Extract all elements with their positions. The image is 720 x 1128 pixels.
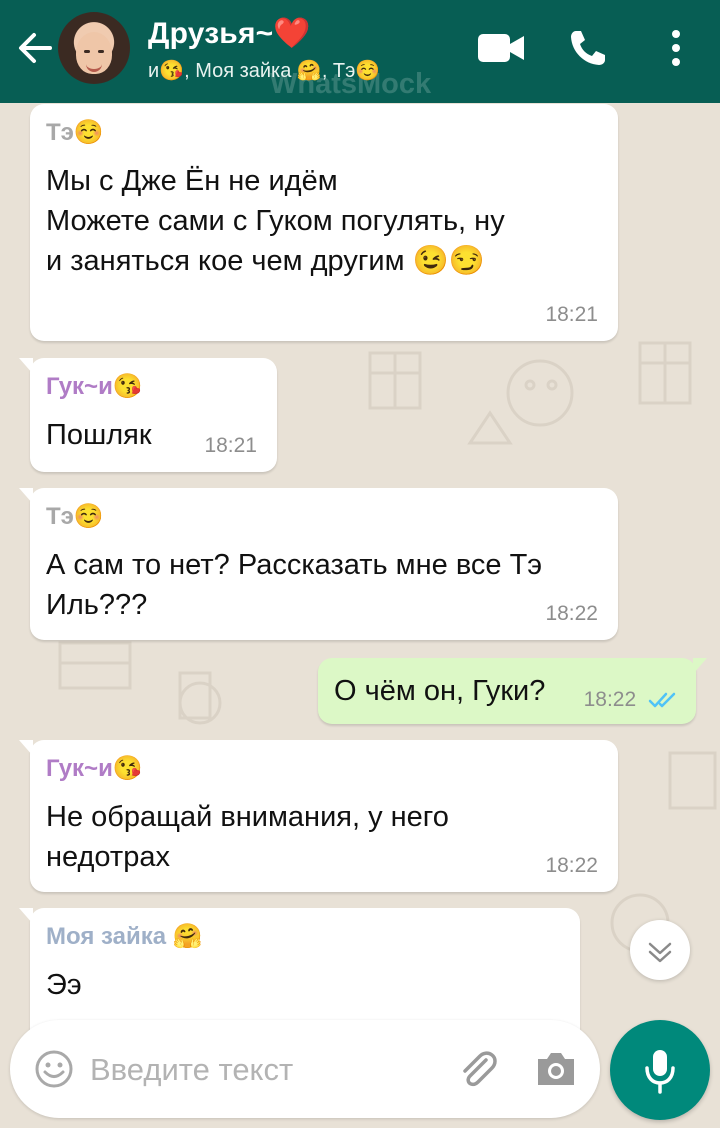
message-text: Мы с Дже Ён не идём Можете сами с Гуком … [46,165,505,277]
message-time: 18:22 [545,602,598,625]
message-text: Не обращай внимания, у него недотрах [46,801,449,873]
message-text: Ээ [46,969,82,1001]
message-incoming[interactable]: Тэ☺️ А сам то нет? Рассказать мне все Тэ… [19,488,618,640]
avatar[interactable] [58,12,130,84]
message-time: 18:22 [583,688,637,711]
message-time: 18:22 [545,854,598,877]
message-input-placeholder[interactable]: Введите текст [90,1052,293,1088]
more-options-icon[interactable] [664,28,688,68]
message-time-wrap: 18:22 [584,688,680,712]
phone-icon[interactable] [568,28,608,68]
message-time: 18:21 [545,303,598,326]
attach-icon[interactable] [456,1048,500,1092]
message-text: О чём он, Гуки? [334,675,546,707]
message-composer[interactable]: Введите текст [10,1020,600,1118]
scroll-down-icon [648,942,672,963]
message-text: А сам то нет? Рассказать мне все Тэ Иль?… [46,549,543,621]
emoji-icon[interactable] [34,1049,74,1089]
message-outgoing[interactable]: О чём он, Гуки? 18:22 [318,658,707,724]
message-incoming[interactable]: Тэ☺️ Мы с Дже Ён не идём Можете сами с Г… [30,104,618,341]
chat-members[interactable]: и😘, Моя зайка 🤗, Тэ☺️ [148,58,380,83]
mic-icon [645,1050,675,1094]
sender-name: Гук~и😘 [46,373,143,400]
sender-name: Тэ☺️ [46,119,104,146]
message-time: 18:21 [204,434,257,457]
chat-header: WhatsMock Друзья~❤️ и😘, Моя зайка 🤗, Тэ☺… [0,0,720,103]
back-arrow-icon[interactable] [14,28,54,68]
read-ticks-icon [648,693,676,708]
scroll-down-button[interactable] [630,920,690,980]
sender-name: Моя зайка 🤗 [46,923,203,950]
video-call-icon[interactable] [476,30,526,66]
message-incoming[interactable]: Гук~и😘 Не обращай внимания, у него недот… [19,740,618,892]
sender-name: Гук~и😘 [46,755,143,782]
camera-icon[interactable] [534,1050,578,1088]
voice-record-button[interactable] [610,1020,710,1120]
chat-title[interactable]: Друзья~❤️ [148,16,311,51]
message-incoming[interactable]: Гук~и😘 Пошляк 18:21 [19,358,277,472]
sender-name: Тэ☺️ [46,503,104,530]
